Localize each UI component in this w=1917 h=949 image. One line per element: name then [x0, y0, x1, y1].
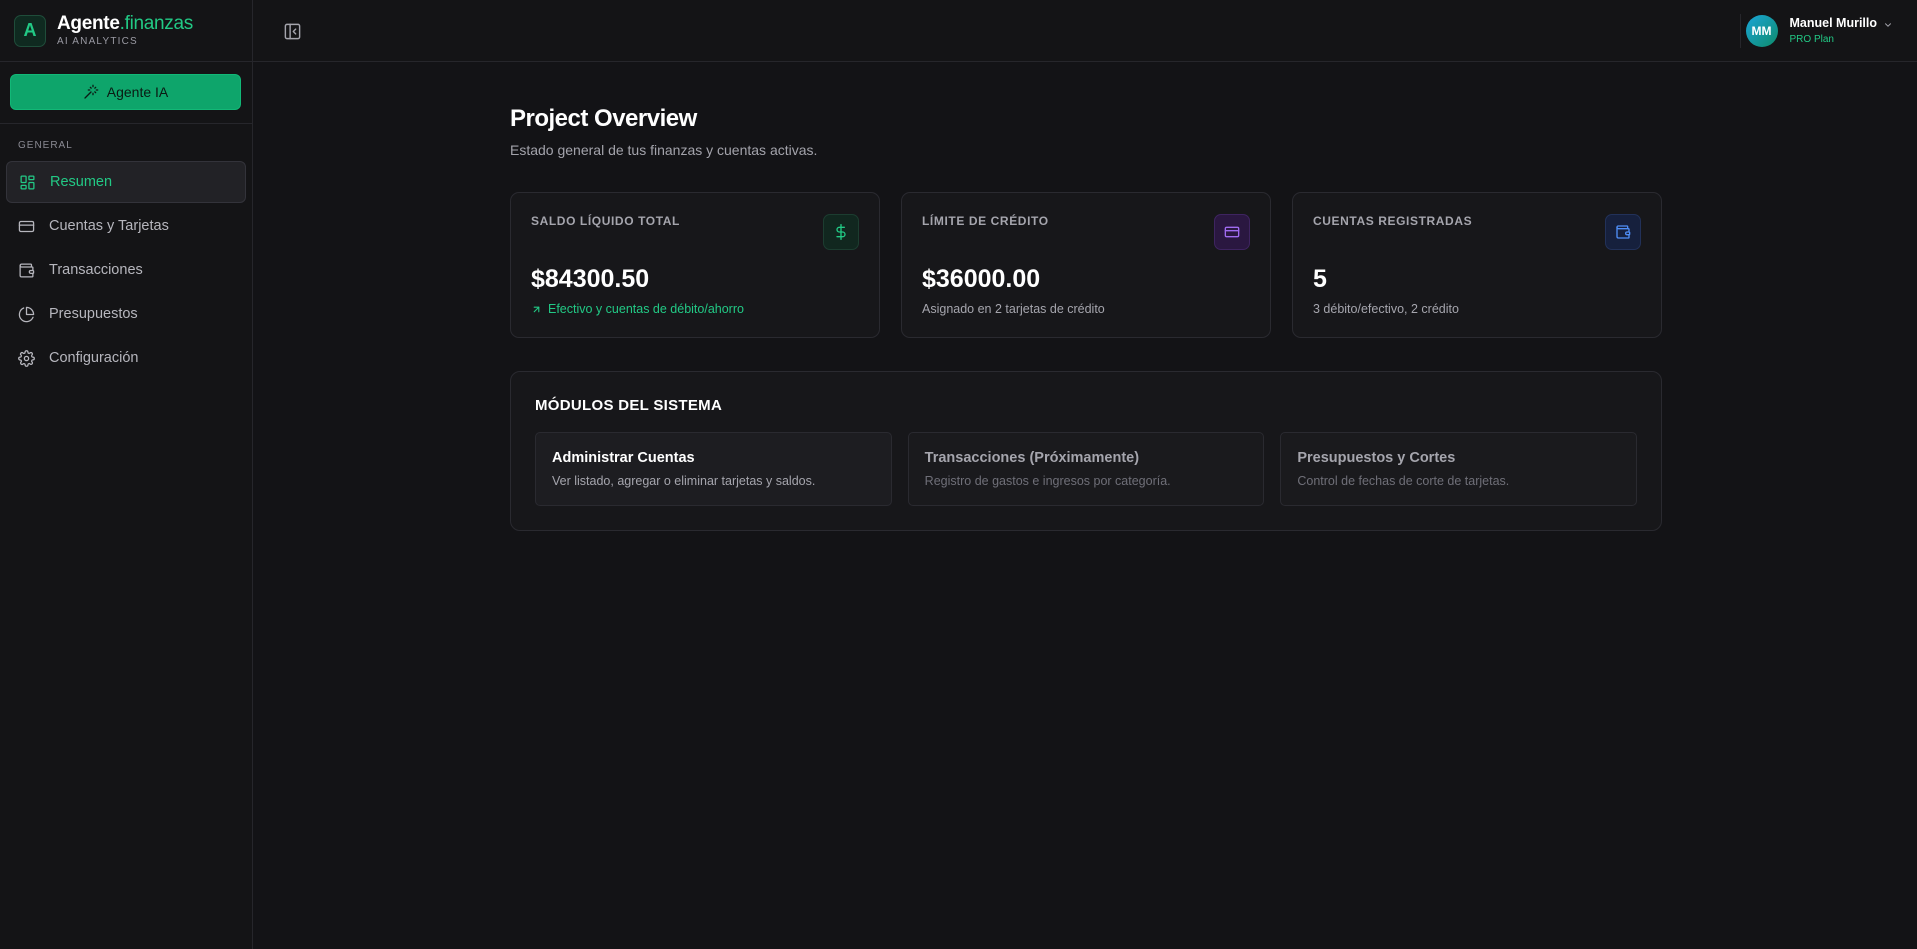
module-desc: Ver listado, agregar o eliminar tarjetas… — [552, 474, 816, 488]
user-info: Manuel Murillo PRO Plan — [1790, 17, 1878, 45]
stat-card-credito: LÍMITE DE CRÉDITO $36000.00 Asignado en … — [901, 192, 1271, 338]
module-title: Administrar Cuentas — [552, 450, 695, 466]
pie-chart-icon — [18, 306, 35, 322]
stat-card-value: $84300.50 — [531, 265, 650, 293]
sidebar-item-resumen[interactable]: Resumen — [6, 161, 246, 203]
stat-card-icon-wrap — [1214, 214, 1250, 250]
module-desc: Control de fechas de corte de tarjetas. — [1297, 474, 1510, 488]
arrow-up-right-icon — [533, 306, 540, 312]
agent-ia-button[interactable]: Agente IA — [10, 74, 241, 110]
brand-name: Agente.finanzas — [57, 14, 193, 33]
stat-card-note: Asignado en 2 tarjetas de crédito — [922, 302, 1105, 316]
brand-name-accent: .finanzas — [119, 13, 194, 34]
brand-text: Agente.finanzas AI ANALYTICS — [57, 14, 193, 47]
stat-card-label: LÍMITE DE CRÉDITO — [922, 214, 1049, 228]
sparkles-icon — [84, 84, 99, 99]
credit-card-icon — [1224, 226, 1240, 238]
sidebar-item-label: Resumen — [50, 174, 113, 190]
nav-section-title: GENERAL — [18, 140, 73, 151]
page-title: Project Overview — [510, 105, 697, 132]
dollar-icon — [836, 224, 846, 240]
module-title: Transacciones (Próximamente) — [924, 450, 1140, 466]
sidebar-item-label: Presupuestos — [49, 306, 138, 322]
header-divider — [1740, 14, 1741, 48]
stat-card-label: SALDO LÍQUIDO TOTAL — [531, 214, 680, 228]
sidebar: A Agente.finanzas AI ANALYTICS Agente IA… — [0, 0, 253, 949]
agent-button-wrap: Agente IA — [0, 62, 252, 124]
stat-card-value: 5 — [1313, 265, 1327, 293]
module-administrar-cuentas[interactable]: Administrar Cuentas Ver listado, agregar… — [535, 432, 892, 506]
module-desc: Registro de gastos e ingresos por catego… — [924, 474, 1171, 488]
module-presupuestos-cortes: Presupuestos y Cortes Control de fechas … — [1280, 432, 1638, 506]
sidebar-collapse-icon[interactable] — [283, 22, 302, 41]
user-plan: PRO Plan — [1789, 33, 1834, 45]
chevron-down-icon — [1885, 23, 1891, 27]
main-content: Project Overview Estado general de tus f… — [510, 105, 1662, 531]
gear-icon — [18, 349, 35, 367]
sidebar-item-configuracion[interactable]: Configuración — [6, 337, 246, 379]
dashboard-icon — [20, 174, 35, 190]
stat-cards: SALDO LÍQUIDO TOTAL $84300.50 Efectivo y… — [510, 192, 1662, 338]
stat-card-saldo: SALDO LÍQUIDO TOTAL $84300.50 Efectivo y… — [510, 192, 880, 338]
modules-title: MÓDULOS DEL SISTEMA — [535, 397, 723, 414]
wallet-icon — [1616, 225, 1631, 239]
user-menu[interactable]: MM Manuel Murillo PRO Plan — [1745, 14, 1894, 48]
stat-card-icon-wrap — [823, 214, 859, 250]
brand[interactable]: A Agente.finanzas AI ANALYTICS — [0, 0, 252, 62]
module-title: Presupuestos y Cortes — [1297, 450, 1456, 466]
stat-card-note: 3 débito/efectivo, 2 crédito — [1313, 302, 1459, 316]
topbar: MM Manuel Murillo PRO Plan — [253, 0, 1917, 62]
wallet-icon — [19, 262, 35, 278]
user-name: Manuel Murillo — [1789, 16, 1878, 31]
modules-row: Administrar Cuentas Ver listado, agregar… — [535, 432, 1638, 506]
stat-card-value: $36000.00 — [922, 265, 1041, 293]
sidebar-item-label: Transacciones — [49, 262, 143, 278]
stat-card-icon-wrap — [1605, 214, 1641, 250]
page-subtitle: Estado general de tus finanzas y cuentas… — [510, 142, 818, 158]
stat-card-note: Efectivo y cuentas de débito/ahorro — [531, 302, 744, 316]
sidebar-item-label: Configuración — [49, 350, 139, 366]
agent-ia-label: Agente IA — [106, 84, 169, 100]
credit-card-icon — [18, 220, 35, 232]
sidebar-item-presupuestos[interactable]: Presupuestos — [6, 293, 246, 335]
avatar: MM — [1745, 15, 1778, 47]
brand-subtitle: AI ANALYTICS — [57, 36, 138, 47]
sidebar-item-label: Cuentas y Tarjetas — [49, 218, 169, 234]
module-transacciones: Transacciones (Próximamente) Registro de… — [907, 432, 1265, 506]
stat-card-cuentas: CUENTAS REGISTRADAS 5 3 débito/efectivo,… — [1292, 192, 1662, 338]
brand-name-primary: Agente — [57, 13, 120, 34]
sidebar-item-transacciones[interactable]: Transacciones — [6, 249, 246, 291]
stat-card-label: CUENTAS REGISTRADAS — [1313, 214, 1473, 228]
system-modules-panel: MÓDULOS DEL SISTEMA Administrar Cuentas … — [510, 371, 1662, 531]
sidebar-item-cuentas[interactable]: Cuentas y Tarjetas — [6, 205, 246, 247]
stat-card-note-text: Efectivo y cuentas de débito/ahorro — [548, 302, 744, 316]
brand-logo: A — [14, 14, 46, 47]
sidebar-nav: GENERAL Resumen Cuentas y Tarjetas Trans… — [0, 124, 252, 379]
